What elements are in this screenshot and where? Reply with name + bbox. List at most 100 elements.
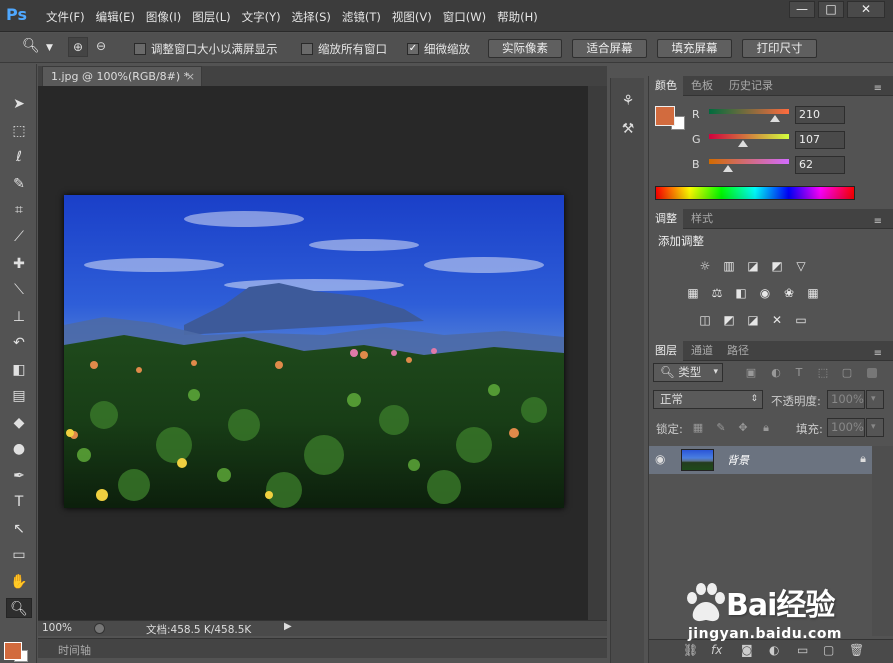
zoom-all-box[interactable] [301, 43, 313, 55]
marquee-tool-icon[interactable]: ⬚ [9, 121, 29, 141]
menu-view[interactable]: 视图(V) [392, 9, 432, 25]
black-white-icon[interactable]: ◧ [733, 286, 749, 300]
zoom-level[interactable]: 100% [42, 622, 72, 634]
color-fg-swatch[interactable] [655, 106, 675, 126]
tab-styles[interactable]: 样式 [685, 209, 719, 229]
lock-image-icon[interactable]: ✎ [714, 421, 728, 435]
tool-preset-chevron-icon[interactable]: ▼ [46, 43, 53, 53]
menu-image[interactable]: 图像(I) [146, 9, 181, 25]
r-slider-thumb[interactable] [769, 115, 780, 122]
blur-tool-icon[interactable]: ◆ [9, 413, 29, 433]
adjustments-menu-icon[interactable]: ≡ [868, 212, 888, 232]
document-image[interactable] [64, 195, 564, 508]
layer-row-background[interactable]: ◉ 背景 🔒︎ [649, 446, 872, 474]
tab-adjustments[interactable]: 调整 [649, 209, 683, 229]
resize-windows-checkbox[interactable]: 调整窗口大小以满屏显示 [134, 41, 278, 57]
tab-layers[interactable]: 图层 [649, 341, 683, 361]
status-menu-arrow-icon[interactable]: ▶ [284, 621, 292, 632]
lock-position-icon[interactable]: ✥ [736, 421, 750, 435]
maximize-button[interactable]: □ [818, 1, 844, 18]
resize-windows-box[interactable] [134, 43, 146, 55]
curves-icon[interactable]: ◪ [745, 259, 761, 273]
threshold-icon[interactable]: ◪ [745, 313, 761, 327]
filter-toggle[interactable] [867, 368, 877, 378]
zoom-in-icon[interactable]: ⊕ [68, 37, 88, 57]
panel-menu-icon[interactable]: ≡ [868, 79, 888, 99]
menu-layer[interactable]: 图层(L) [192, 9, 230, 25]
lasso-tool-icon[interactable]: ℓ [9, 147, 29, 167]
shape-filter-icon[interactable]: ⬚ [816, 366, 830, 380]
type-filter-icon[interactable]: T [792, 366, 806, 380]
selective-color-icon[interactable]: ✕ [769, 313, 785, 327]
tab-color[interactable]: 颜色 [649, 76, 683, 96]
menu-window[interactable]: 窗口(W) [443, 9, 486, 25]
history-brush-panel-icon[interactable]: ⚘ [617, 90, 639, 112]
zoom-tool-button-icon[interactable]: 🔍︎ [6, 598, 32, 618]
opacity-field[interactable]: 100% [827, 390, 865, 409]
hue-saturation-icon[interactable]: ▦ [685, 286, 701, 300]
menu-filter[interactable]: 滤镜(T) [342, 9, 381, 25]
menu-type[interactable]: 文字(Y) [242, 9, 281, 25]
color-balance-icon[interactable]: ⚖ [709, 286, 725, 300]
tab-swatches[interactable]: 色板 [685, 76, 719, 96]
layers-menu-icon[interactable]: ≡ [868, 344, 888, 364]
lock-transparent-icon[interactable]: ▦ [691, 421, 705, 435]
levels-icon[interactable]: ▥ [721, 259, 737, 273]
close-tab-icon[interactable]: × [186, 67, 195, 86]
fill-field[interactable]: 100% [827, 418, 865, 437]
crop-tool-icon[interactable]: ⌗ [9, 200, 29, 220]
scrubby-zoom-checkbox[interactable]: ✓ 细微缩放 [407, 41, 470, 57]
tab-paths[interactable]: 路径 [721, 341, 755, 361]
color-spectrum-bar[interactable] [655, 186, 855, 200]
photo-filter-icon[interactable]: ◉ [757, 286, 773, 300]
quick-select-tool-icon[interactable]: ✎ [9, 174, 29, 194]
pixel-filter-icon[interactable]: ▣ [744, 366, 758, 380]
rectangle-tool-icon[interactable]: ▭ [9, 545, 29, 565]
b-slider[interactable] [709, 159, 789, 164]
brush-tool-icon[interactable]: ⟍ [9, 280, 29, 300]
r-slider[interactable] [709, 109, 789, 114]
b-value-field[interactable]: 62 [795, 156, 845, 174]
b-slider-thumb[interactable] [723, 165, 734, 172]
tab-history[interactable]: 历史记录 [723, 76, 779, 96]
close-button[interactable]: ✕ [847, 1, 885, 18]
hand-tool-icon[interactable]: ✋ [9, 572, 29, 592]
fit-screen-button[interactable]: 适合屏幕 [572, 39, 647, 58]
type-tool-icon[interactable]: T [9, 492, 29, 512]
opacity-chevron-icon[interactable]: ▾ [866, 390, 884, 409]
layer-thumbnail[interactable] [681, 449, 714, 471]
zoom-all-checkbox[interactable]: 缩放所有窗口 [301, 41, 387, 57]
status-options-icon[interactable] [94, 623, 105, 634]
adjustment-filter-icon[interactable]: ◐ [769, 366, 783, 380]
brightness-icon[interactable]: ☼ [697, 259, 713, 273]
g-value-field[interactable]: 107 [795, 131, 845, 149]
vertical-scrollbar[interactable] [588, 86, 607, 622]
vibrance-icon[interactable]: ▽ [793, 259, 809, 273]
history-brush-tool-icon[interactable]: ↶ [9, 333, 29, 353]
color-swatches[interactable] [4, 640, 28, 662]
foreground-color-swatch[interactable] [4, 642, 22, 660]
channel-mixer-icon[interactable]: ❀ [781, 286, 797, 300]
minimize-button[interactable]: — [789, 1, 815, 18]
timeline-panel-tab[interactable]: 时间轴 [38, 638, 607, 658]
clone-stamp-tool-icon[interactable]: ⊥ [9, 307, 29, 327]
color-lookup-icon[interactable]: ▦ [805, 286, 821, 300]
scrubby-zoom-box[interactable]: ✓ [407, 43, 419, 55]
g-slider-thumb[interactable] [737, 140, 748, 147]
menu-edit[interactable]: 编辑(E) [96, 9, 135, 25]
posterize-icon[interactable]: ◩ [721, 313, 737, 327]
zoom-out-icon[interactable]: ⊖ [91, 37, 111, 57]
g-slider[interactable] [709, 134, 789, 139]
actual-pixels-button[interactable]: 实际像素 [488, 39, 562, 58]
layer-name[interactable]: 背景 [727, 452, 749, 468]
invert-icon[interactable]: ◫ [697, 313, 713, 327]
print-size-button[interactable]: 打印尺寸 [742, 39, 817, 58]
tab-channels[interactable]: 通道 [685, 341, 719, 361]
healing-brush-tool-icon[interactable]: ✚ [9, 254, 29, 274]
fill-chevron-icon[interactable]: ▾ [866, 418, 884, 437]
smart-object-filter-icon[interactable]: ▢ [840, 366, 854, 380]
menu-select[interactable]: 选择(S) [292, 9, 331, 25]
lock-all-icon[interactable]: 🔒︎ [759, 421, 773, 435]
blend-mode-select[interactable]: 正常 ⇕ [653, 390, 763, 409]
gradient-tool-icon[interactable]: ▤ [9, 386, 29, 406]
